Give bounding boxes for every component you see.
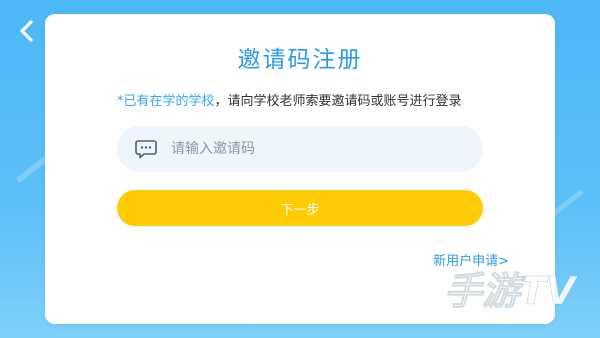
- notice-text: *已有在学的学校，请向学校老师索要邀请码或账号进行登录: [117, 92, 487, 111]
- next-step-button[interactable]: 下一步: [117, 190, 483, 226]
- register-card: 邀请码注册 *已有在学的学校，请向学校老师索要邀请码或账号进行登录 下一步 新用…: [45, 14, 555, 324]
- notice-highlight: *已有在学的学校: [117, 94, 215, 109]
- invite-code-input[interactable]: [169, 140, 453, 158]
- chevron-left-icon: [20, 20, 33, 42]
- invite-code-field[interactable]: [117, 126, 483, 172]
- notice-rest: ，请向学校老师索要邀请码或账号进行登录: [214, 94, 462, 109]
- back-button[interactable]: [10, 14, 44, 48]
- message-bubble-icon: [135, 140, 157, 159]
- page-title: 邀请码注册: [237, 47, 363, 73]
- new-user-apply-link[interactable]: 新用户申请>: [433, 250, 509, 269]
